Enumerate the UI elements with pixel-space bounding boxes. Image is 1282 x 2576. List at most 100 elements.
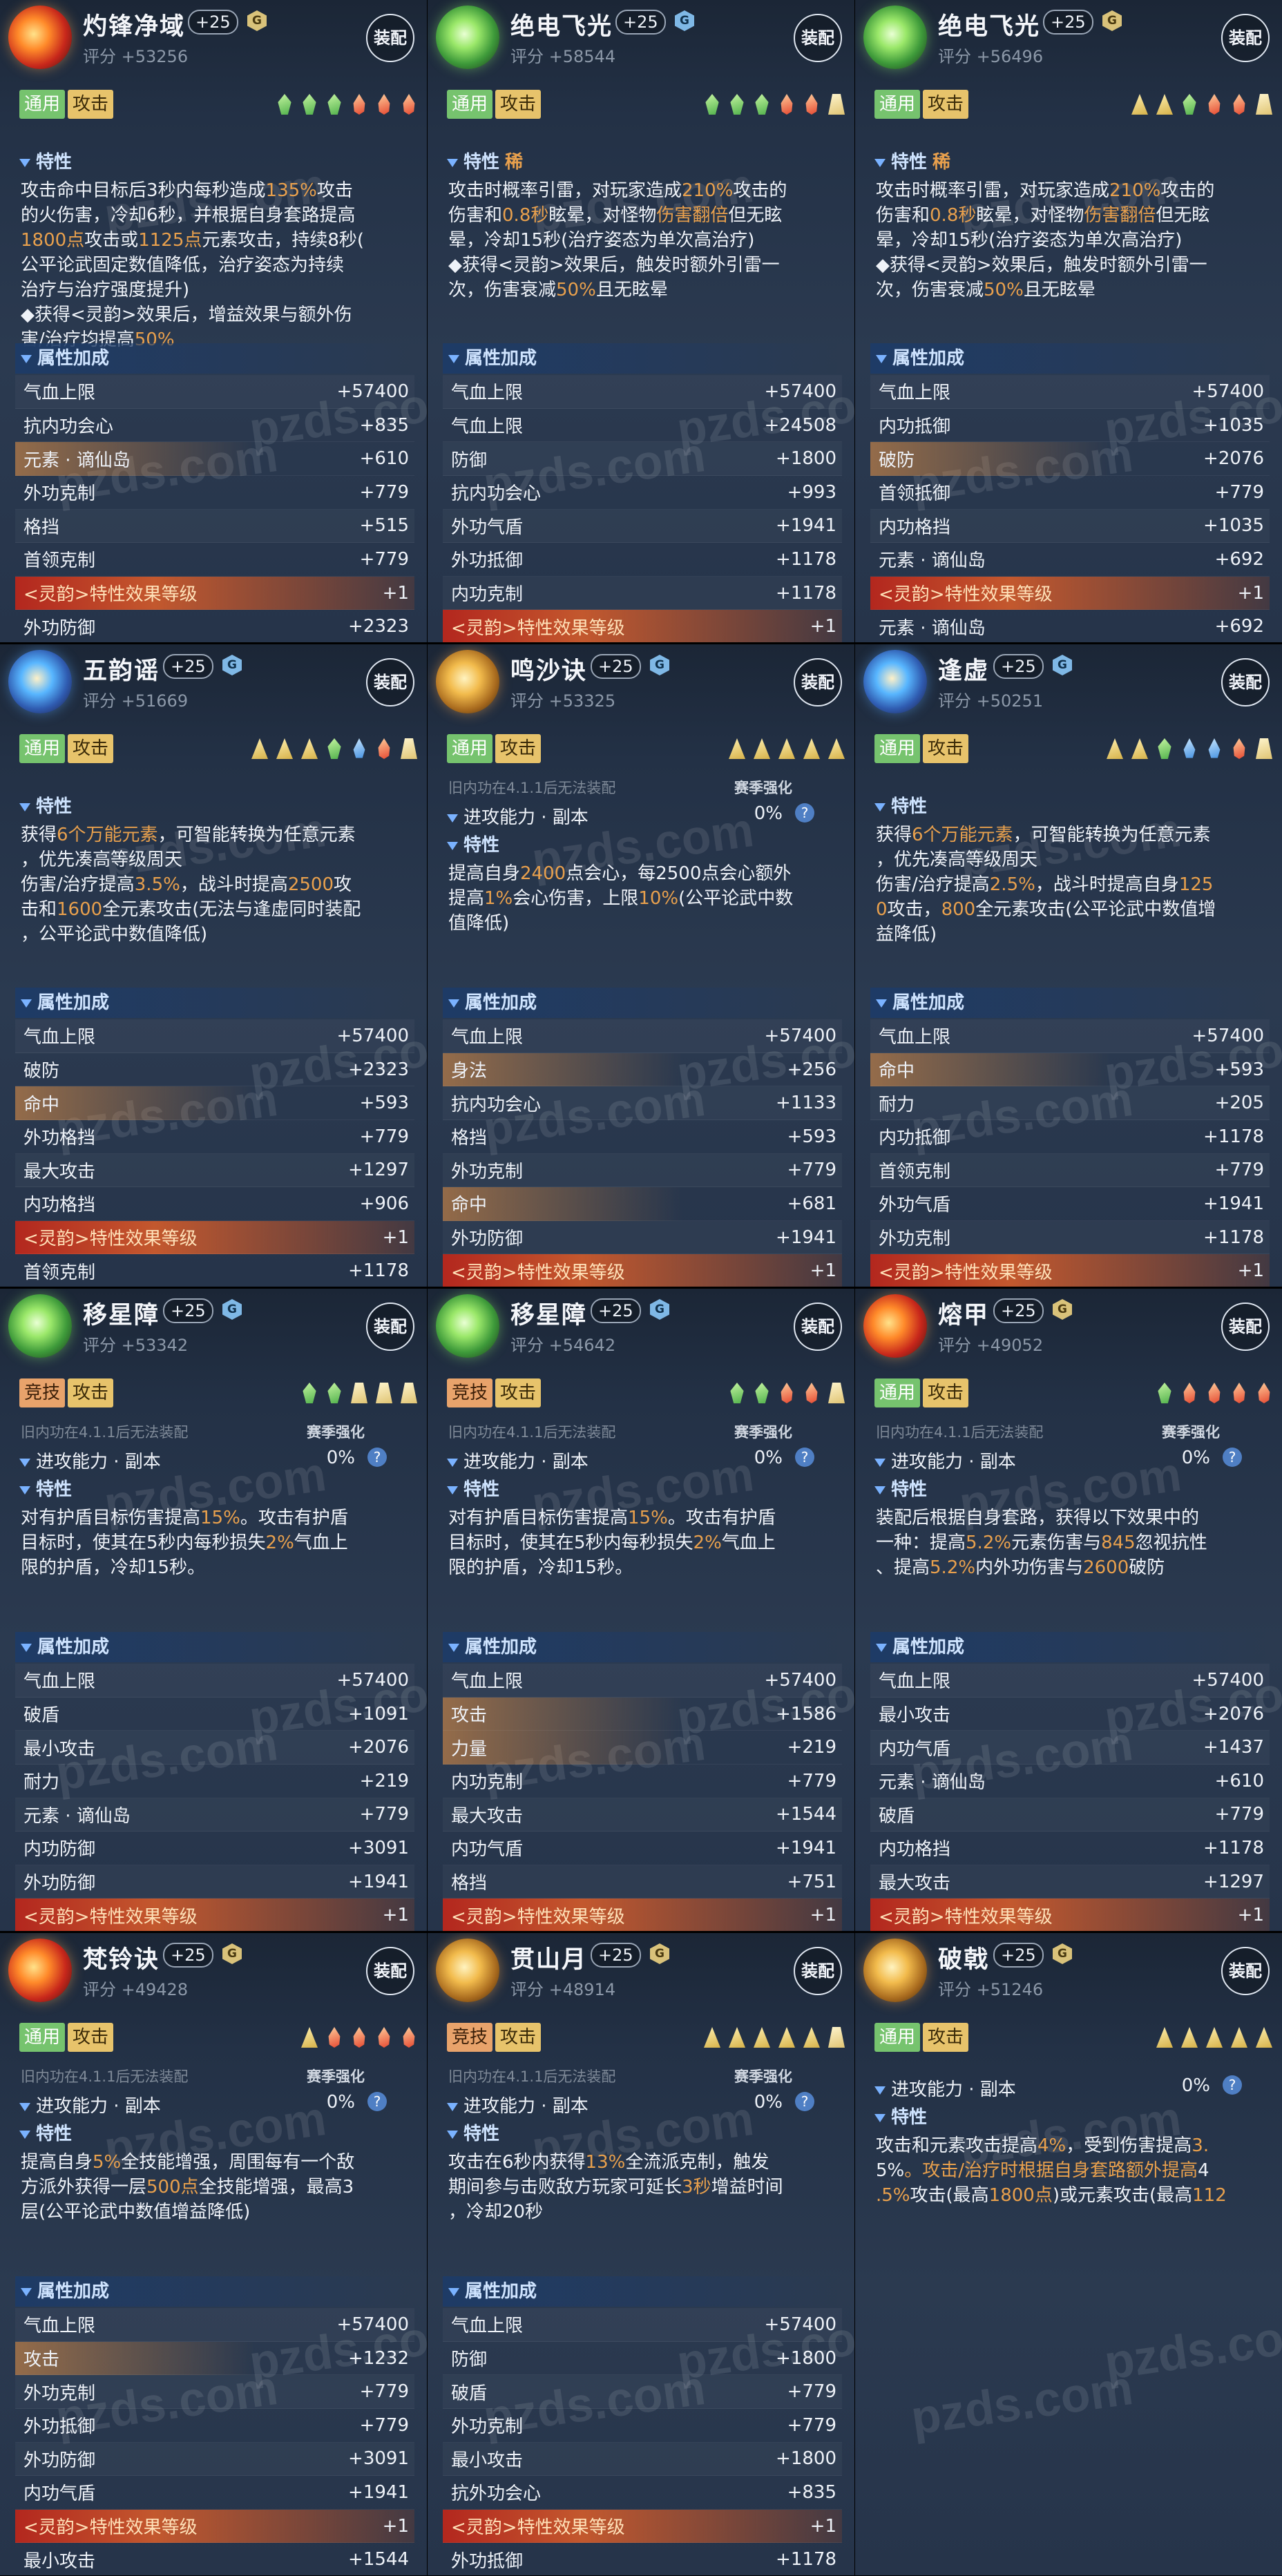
equip-button[interactable]: 装配 — [366, 1947, 414, 1995]
item-icon[interactable] — [8, 1294, 72, 1358]
equip-button[interactable]: 装配 — [794, 14, 842, 62]
item-icon[interactable] — [863, 6, 927, 69]
item-card[interactable]: pzds.compzds.compzds.com鸣沙诀+25G评分 +53325… — [428, 644, 854, 1287]
attribute-header[interactable]: 属性加成 — [15, 988, 414, 1019]
attribute-header[interactable]: 属性加成 — [15, 1632, 414, 1663]
equip-button[interactable]: 装配 — [794, 1303, 842, 1351]
equip-button[interactable]: 装配 — [366, 14, 414, 62]
attribute-row: 最小攻击 +1800 — [443, 2443, 842, 2477]
item-card[interactable]: pzds.compzds.compzds.com绝电飞光+25G评分 +5649… — [855, 0, 1282, 642]
item-card[interactable]: pzds.compzds.compzds.com移星障+25G评分 +54642… — [428, 1289, 854, 1931]
equip-button[interactable]: 装配 — [1221, 1303, 1270, 1351]
score-text: 评分 +48914 — [510, 1980, 616, 1999]
tier-badge-icon: G — [222, 1299, 242, 1320]
attribute-list: 气血上限 +57400 攻击 +1232 外功克制 +779 外功抵御 +779 外功防御 +30… — [15, 2308, 414, 2575]
desc-line: 次，伤害衰减50%且无眩晕 — [448, 280, 668, 300]
traits-header[interactable]: 特性 — [447, 1475, 499, 1501]
equip-button[interactable]: 装配 — [1221, 658, 1270, 707]
attribute-header[interactable]: 属性加成 — [15, 343, 414, 374]
help-icon[interactable]: ? — [1223, 2075, 1242, 2095]
attack-ability-row[interactable]: 进攻能力 · 副本 0%? — [874, 1448, 1263, 1473]
tri-gem-icon — [1181, 2027, 1198, 2048]
item-card[interactable]: pzds.compzds.compzds.com灼锋净域+25G评分 +5325… — [0, 0, 427, 642]
item-icon[interactable] — [8, 650, 72, 713]
traits-title: 特性 — [463, 2124, 500, 2144]
attack-ability-row[interactable]: 进攻能力 · 副本 0%? — [447, 1448, 835, 1473]
leaf-gem-icon — [1158, 1383, 1171, 1403]
equip-button[interactable]: 装配 — [366, 1303, 414, 1351]
equip-button[interactable]: 装配 — [794, 658, 842, 707]
highlight-value: 伤害翻倍 — [656, 205, 729, 226]
item-card[interactable]: pzds.com pzds.com pzds.com 破戟 +25 G 评分 +51246 装… — [855, 1933, 1282, 2575]
attribute-header[interactable]: 属性加成 — [15, 2276, 414, 2307]
item-icon[interactable] — [8, 1939, 72, 2002]
equip-button[interactable]: 装配 — [1221, 14, 1270, 62]
attack-ability-row[interactable]: 进攻能力 · 副本 0%? — [19, 2092, 408, 2117]
equip-button[interactable]: 装配 — [366, 658, 414, 707]
item-icon[interactable] — [8, 6, 72, 69]
traits-header[interactable]: 特性 — [874, 2103, 927, 2128]
item-card[interactable]: pzds.com pzds.com pzds.com 贯山月 +25 G 评分 +48914… — [428, 1933, 854, 2575]
item-card[interactable]: pzds.com pzds.com pzds.com 绝电飞光 +25 G 评分 +5854… — [428, 0, 854, 642]
attribute-value: +593 — [787, 1126, 836, 1147]
flame-gem-icon — [403, 94, 415, 115]
item-icon[interactable] — [863, 1939, 927, 2002]
attack-tag: 攻击 — [923, 90, 969, 119]
traits-header[interactable]: 特性 — [874, 1475, 927, 1501]
item-card[interactable]: pzds.compzds.compzds.com逢虚+25G评分 +50251装… — [855, 644, 1282, 1287]
attribute-name: 内功气盾 — [451, 1839, 524, 1861]
highlight-value: 500点 — [146, 2177, 199, 2198]
traits-header[interactable]: 特性 — [19, 2120, 72, 2145]
equip-button[interactable]: 装配 — [1221, 1947, 1270, 1995]
help-icon[interactable]: ? — [367, 2092, 387, 2111]
attribute-header[interactable]: 属性加成 — [870, 1632, 1270, 1663]
attribute-value: +1 — [810, 2515, 836, 2537]
item-icon[interactable] — [436, 1294, 499, 1358]
attribute-title: 属性加成 — [465, 1637, 537, 1658]
traits-header[interactable]: 特性 — [19, 1475, 72, 1501]
attribute-title: 属性加成 — [465, 348, 537, 369]
highlight-value: 1600 — [57, 899, 103, 920]
item-icon[interactable] — [436, 1939, 499, 2002]
attribute-row: 防御 +1800 — [443, 442, 842, 476]
item-card[interactable]: pzds.compzds.compzds.com梵铃诀+25G评分 +49428… — [0, 1933, 427, 2575]
help-icon[interactable]: ? — [795, 803, 814, 823]
attack-ability-row[interactable]: 进攻能力 · 副本 0%? — [874, 2075, 1263, 2101]
leaf-gem-icon — [1183, 94, 1196, 115]
desc-line: ◆获得<灵韵>效果后，触发时额外引雷一 — [448, 255, 780, 276]
attribute-header[interactable]: 属性加成 — [443, 988, 842, 1019]
item-card[interactable]: pzds.com pzds.com pzds.com 熔甲 +25 G 评分 +49052 装… — [855, 1289, 1282, 1931]
attribute-header[interactable]: 属性加成 — [870, 343, 1270, 374]
help-icon[interactable]: ? — [1223, 1448, 1242, 1467]
attack-ability-row[interactable]: 进攻能力 · 副本 0%? — [447, 2092, 835, 2117]
expand-triangle-icon — [19, 2130, 30, 2139]
item-icon[interactable] — [863, 1294, 927, 1358]
trait-description: 攻击命中目标后3秒内每秒造成135%攻击 的火伤害，冷却6秒，并根据自身套路提高 1… — [21, 178, 410, 352]
item-card[interactable]: pzds.com pzds.com pzds.com 移星障 +25 G 评分 +53342… — [0, 1289, 427, 1931]
item-icon[interactable] — [863, 650, 927, 713]
attribute-title: 属性加成 — [892, 1637, 965, 1658]
attack-ability-row[interactable]: 进攻能力 · 副本 0%? — [19, 1448, 408, 1473]
attack-ability-row[interactable]: 进攻能力 · 副本 0%? — [447, 803, 835, 829]
attribute-header[interactable]: 属性加成 — [443, 343, 842, 374]
traits-header[interactable]: 特性 — [447, 831, 499, 856]
traits-header[interactable]: 特性 — [447, 2120, 499, 2145]
item-icon[interactable] — [436, 650, 499, 713]
traits-header[interactable]: 特性稀 — [447, 148, 523, 173]
equip-button[interactable]: 装配 — [794, 1947, 842, 1995]
item-card[interactable]: pzds.compzds.compzds.com五韵谣+25G评分 +51669… — [0, 644, 427, 1287]
traits-header[interactable]: 特性 — [874, 792, 927, 818]
help-icon[interactable]: ? — [795, 2092, 814, 2111]
attribute-value: +1178 — [1203, 1126, 1264, 1147]
attribute-header[interactable]: 属性加成 — [443, 2276, 842, 2307]
help-icon[interactable]: ? — [795, 1448, 814, 1467]
attribute-row: <灵韵>特性效果等级 +1 — [443, 610, 842, 642]
traits-header[interactable]: 特性 — [19, 148, 72, 173]
help-icon[interactable]: ? — [367, 1448, 387, 1467]
traits-header[interactable]: 特性 — [19, 792, 72, 818]
attribute-header[interactable]: 属性加成 — [443, 1632, 842, 1663]
highlight-value: 5.2% — [966, 1532, 1012, 1553]
item-icon[interactable] — [436, 6, 499, 69]
attribute-header[interactable]: 属性加成 — [870, 988, 1270, 1019]
traits-header[interactable]: 特性稀 — [874, 148, 950, 173]
